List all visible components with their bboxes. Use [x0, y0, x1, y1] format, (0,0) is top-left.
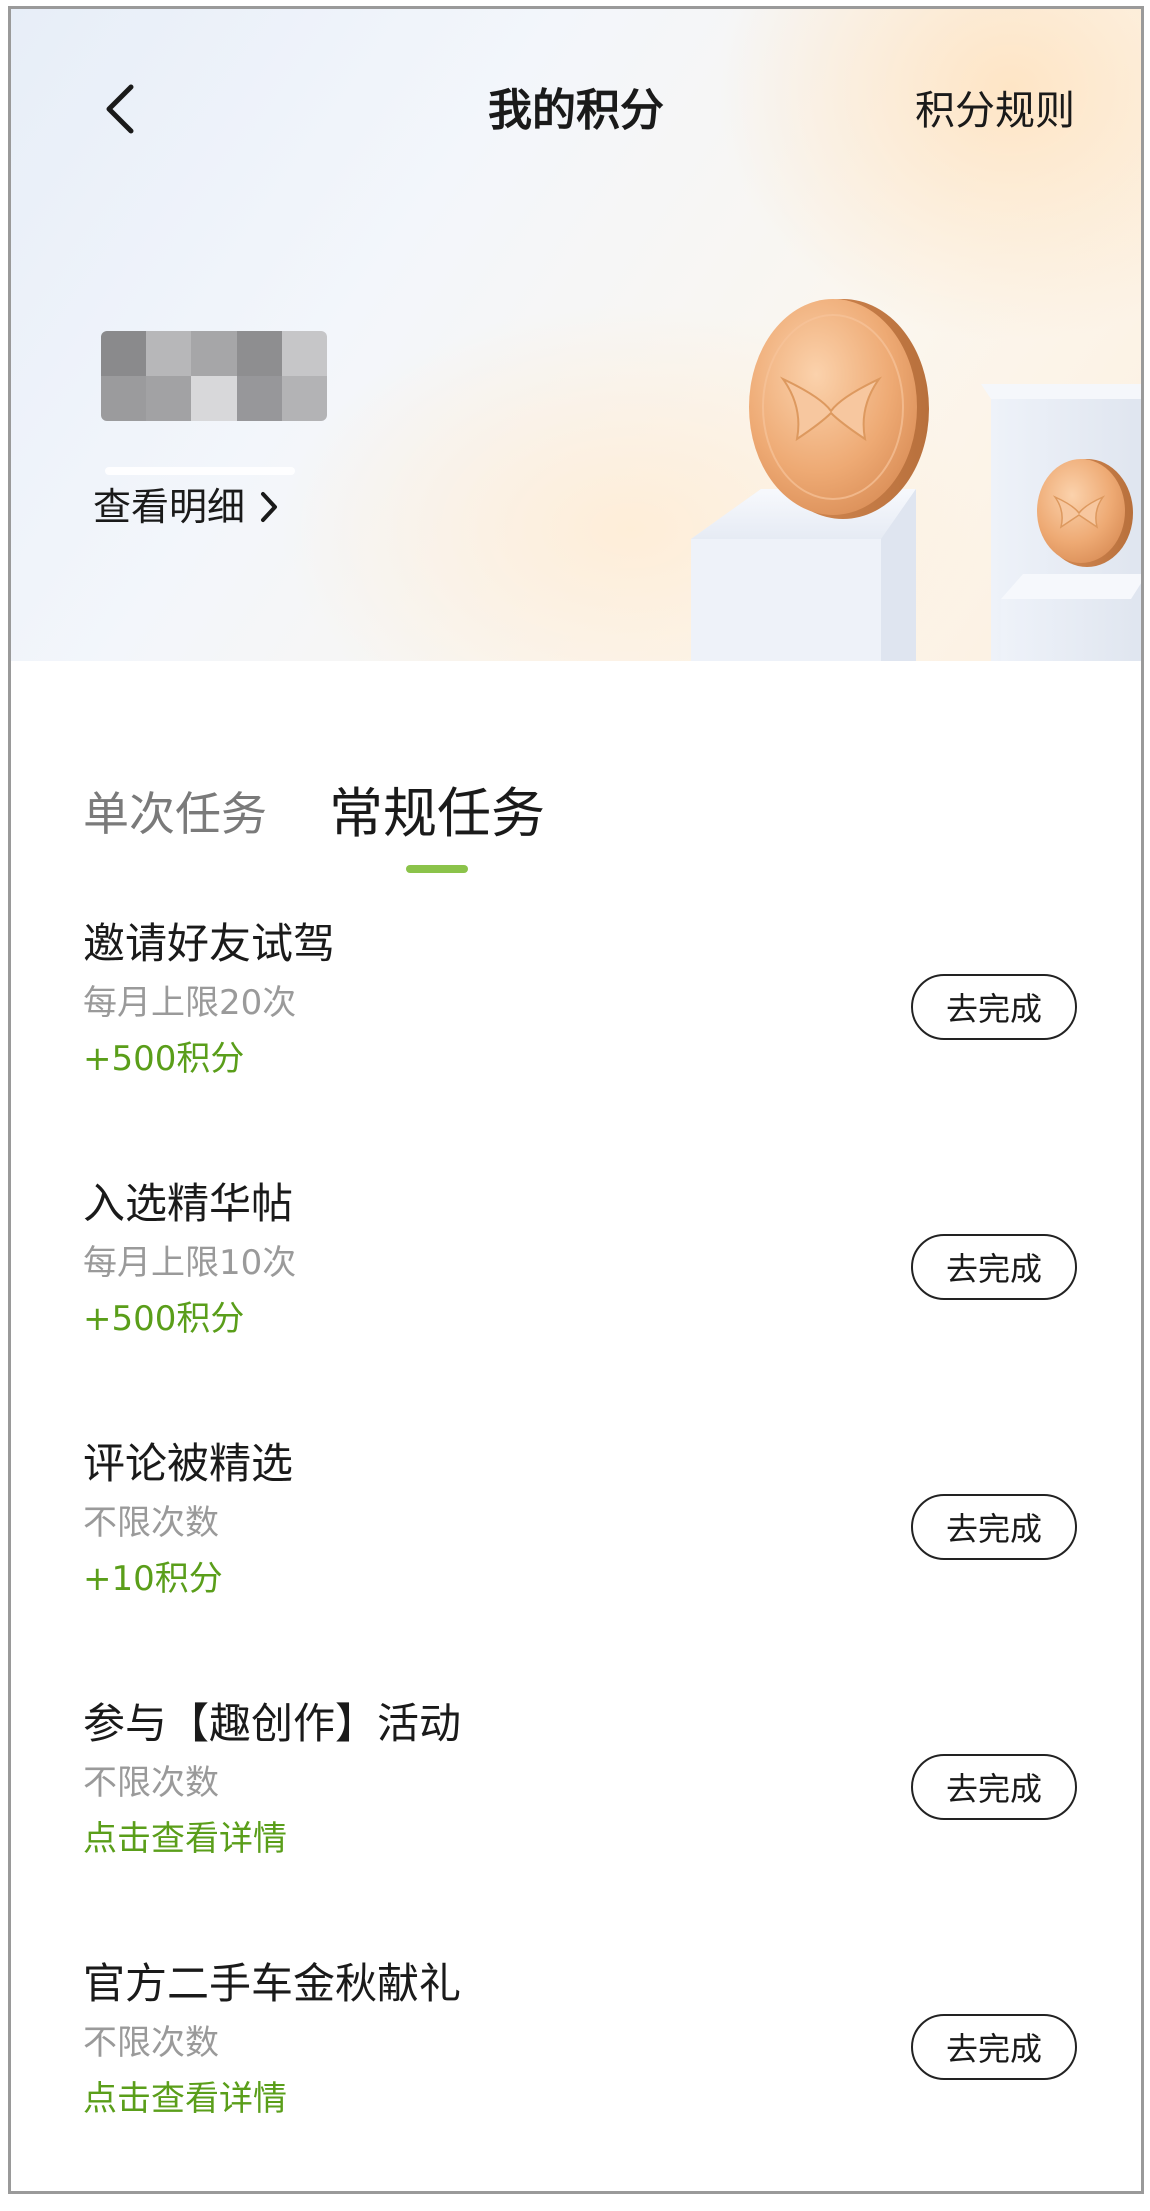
app-screen: 我的积分 积分规则 查看明细 单次任务 常规任务 邀请好友试驾 每月上限20次 …: [8, 6, 1144, 2194]
active-tab-indicator: [406, 865, 468, 873]
task-reward: +500积分: [83, 1039, 245, 1079]
task-item: 官方二手车金秋献礼 不限次数 点击查看详情 去完成: [11, 1954, 1141, 2191]
task-limit: 不限次数: [83, 1763, 219, 1803]
tab-regular-tasks[interactable]: 常规任务: [329, 779, 545, 873]
task-title: 官方二手车金秋献礼: [83, 1959, 462, 2008]
chevron-right-icon: [261, 492, 278, 522]
task-details-link[interactable]: 点击查看详情: [83, 2076, 287, 2122]
task-title: 入选精华帖: [83, 1179, 294, 1228]
task-reward: +500积分: [83, 1299, 245, 1339]
task-limit: 不限次数: [83, 2023, 219, 2063]
task-list: 邀请好友试驾 每月上限20次 +500积分 去完成 入选精华帖 每月上限10次 …: [11, 914, 1141, 2191]
go-complete-button[interactable]: 去完成: [911, 1234, 1077, 1300]
go-complete-button[interactable]: 去完成: [911, 1754, 1077, 1820]
task-limit: 每月上限20次: [83, 983, 297, 1023]
go-complete-button[interactable]: 去完成: [911, 974, 1077, 1040]
task-title: 参与【趣创作】活动: [83, 1699, 462, 1748]
task-limit: 不限次数: [83, 1503, 219, 1543]
points-balance-blurred: [101, 331, 327, 421]
task-item: 评论被精选 不限次数 +10积分 去完成: [11, 1434, 1141, 1694]
go-complete-button[interactable]: 去完成: [911, 1494, 1077, 1560]
blurred-subtext: [105, 467, 295, 475]
view-detail-link[interactable]: 查看明细: [93, 479, 279, 535]
points-rules-link[interactable]: 积分规则: [915, 81, 1075, 141]
go-complete-button[interactable]: 去完成: [911, 2014, 1077, 2080]
task-limit: 每月上限10次: [83, 1243, 297, 1283]
task-title: 评论被精选: [83, 1439, 294, 1488]
task-reward: +10积分: [83, 1559, 223, 1599]
view-detail-label: 查看明细: [93, 485, 246, 529]
task-item: 入选精华帖 每月上限10次 +500积分 去完成: [11, 1174, 1141, 1434]
task-tabs: 单次任务 常规任务: [83, 779, 545, 873]
coins-illustration: [691, 299, 1141, 661]
tab-regular-tasks-label: 常规任务: [329, 782, 545, 845]
task-item: 邀请好友试驾 每月上限20次 +500积分 去完成: [11, 914, 1141, 1174]
tab-one-time-tasks[interactable]: 单次任务: [83, 779, 267, 849]
task-item: 参与【趣创作】活动 不限次数 点击查看详情 去完成: [11, 1694, 1141, 1954]
task-title: 邀请好友试驾: [83, 919, 336, 968]
task-details-link[interactable]: 点击查看详情: [83, 1816, 287, 1862]
points-header: 我的积分 积分规则 查看明细: [11, 9, 1141, 661]
